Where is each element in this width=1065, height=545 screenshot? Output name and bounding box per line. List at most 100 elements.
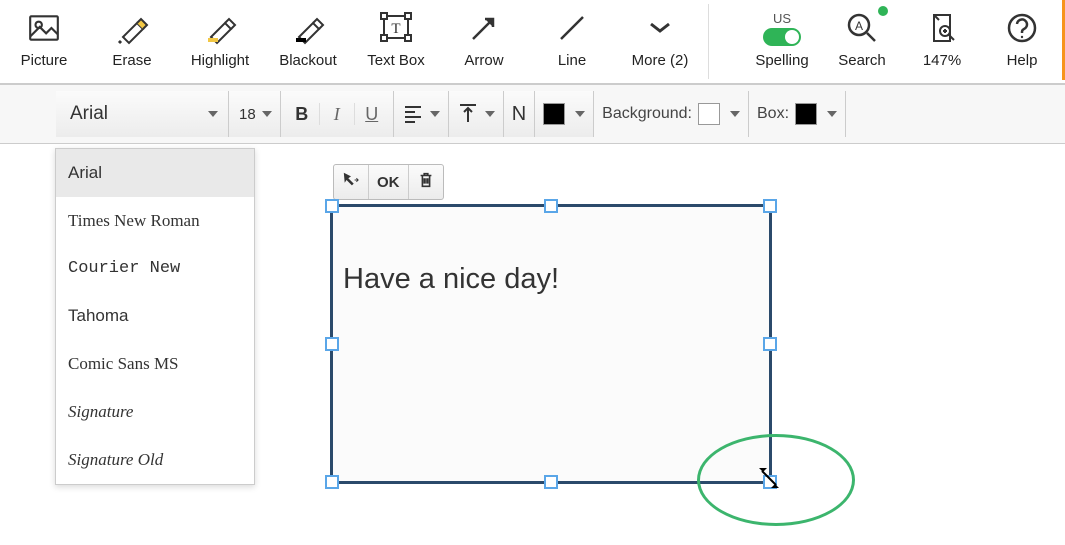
textbox-label: Text Box [367, 52, 425, 69]
spelling-language-label: US [773, 11, 791, 26]
background-color-group: Background: [594, 91, 749, 137]
erase-button[interactable]: Erase [88, 0, 176, 83]
background-color-swatch[interactable] [698, 103, 720, 125]
move-icon [342, 171, 360, 193]
font-select[interactable]: Arial [56, 91, 229, 137]
search-button[interactable]: A Search [822, 0, 902, 83]
valign-top-icon [457, 102, 479, 127]
resize-handle-e[interactable] [763, 337, 777, 351]
ok-button[interactable]: OK [369, 165, 409, 199]
textbox-icon: T [379, 8, 413, 48]
resize-handle-nw[interactable] [325, 199, 339, 213]
blackout-icon [291, 8, 325, 48]
spelling-toggle-icon: US [763, 8, 801, 48]
resize-handle-w[interactable] [325, 337, 339, 351]
font-option[interactable]: Courier New [56, 245, 254, 292]
zoom-button[interactable]: 147% [902, 0, 982, 83]
main-toolbar: Picture Erase Highlight [0, 0, 1065, 84]
valign-select[interactable] [449, 91, 504, 137]
spelling-label: Spelling [755, 52, 808, 69]
normal-label: N [512, 103, 526, 126]
ok-label: OK [377, 174, 400, 191]
canvas-area[interactable]: ArialTimes New RomanCourier NewTahomaCom… [0, 144, 1065, 545]
more-label: More (2) [632, 52, 689, 69]
trash-icon [417, 171, 435, 193]
highlight-button[interactable]: Highlight [176, 0, 264, 83]
toolbar-right: US Spelling A Search [742, 0, 1065, 83]
line-icon [555, 8, 589, 48]
blackout-button[interactable]: Blackout [264, 0, 352, 83]
more-button[interactable]: More (2) [616, 0, 704, 83]
font-option[interactable]: Times New Roman [56, 197, 254, 245]
text-color-select[interactable] [535, 91, 594, 137]
normal-style-button[interactable]: N [504, 91, 535, 137]
caret-down-icon[interactable] [730, 111, 740, 117]
delete-button[interactable] [409, 165, 443, 199]
font-current-label: Arial [70, 103, 108, 125]
font-option[interactable]: Arial [56, 149, 254, 197]
notification-dot-icon [878, 6, 888, 16]
box-color-group: Box: [749, 91, 846, 137]
caret-down-icon [485, 111, 495, 117]
blackout-label: Blackout [279, 52, 337, 69]
font-option[interactable]: Comic Sans MS [56, 340, 254, 388]
font-option[interactable]: Tahoma [56, 292, 254, 340]
textbox-button[interactable]: T Text Box [352, 0, 440, 83]
arrow-label: Arrow [464, 52, 503, 69]
bold-button[interactable]: B [289, 104, 315, 125]
svg-text:A: A [855, 19, 863, 33]
text-box[interactable]: Have a nice day! [330, 204, 772, 484]
format-bar: Arial 18 B I U [0, 84, 1065, 144]
font-option[interactable]: Signature Old [56, 436, 254, 484]
caret-down-icon [208, 111, 218, 117]
help-icon [1005, 8, 1039, 48]
picture-icon [27, 8, 61, 48]
move-button[interactable] [334, 165, 369, 199]
search-label: Search [838, 52, 886, 69]
font-size-label: 18 [239, 106, 256, 123]
link-button[interactable] [846, 91, 862, 137]
resize-handle-sw[interactable] [325, 475, 339, 489]
arrow-button[interactable]: Arrow [440, 0, 528, 83]
erase-label: Erase [112, 52, 151, 69]
search-icon: A [845, 8, 879, 48]
highlight-label: Highlight [191, 52, 249, 69]
separator [319, 103, 320, 125]
font-size-select[interactable]: 18 [229, 91, 281, 137]
align-left-icon [402, 102, 424, 127]
caret-down-icon [262, 111, 272, 117]
line-button[interactable]: Line [528, 0, 616, 83]
font-option[interactable]: Signature [56, 388, 254, 436]
background-label: Background: [602, 105, 698, 123]
highlight-icon [203, 8, 237, 48]
toggle-on-icon[interactable] [763, 28, 801, 46]
text-box-content[interactable]: Have a nice day! [333, 207, 769, 306]
box-label: Box: [757, 105, 795, 123]
caret-down-icon [575, 111, 585, 117]
more-icon [643, 8, 677, 48]
erase-icon [115, 8, 149, 48]
box-color-swatch[interactable] [795, 103, 817, 125]
text-color-swatch [543, 103, 565, 125]
resize-handle-n[interactable] [544, 199, 558, 213]
zoom-label: 147% [923, 52, 961, 69]
picture-button[interactable]: Picture [0, 0, 88, 83]
text-style-group: B I U [281, 91, 394, 137]
toolbar-divider [708, 4, 709, 79]
align-select[interactable] [394, 91, 449, 137]
arrow-icon [467, 8, 501, 48]
textbox-mini-toolbar: OK [333, 164, 444, 200]
underline-button[interactable]: U [359, 104, 385, 125]
zoom-icon [925, 8, 959, 48]
resize-handle-ne[interactable] [763, 199, 777, 213]
font-dropdown: ArialTimes New RomanCourier NewTahomaCom… [55, 148, 255, 485]
spelling-button[interactable]: US Spelling [742, 0, 822, 83]
line-label: Line [558, 52, 586, 69]
caret-down-icon[interactable] [827, 111, 837, 117]
help-button[interactable]: Help [982, 0, 1062, 83]
picture-label: Picture [21, 52, 68, 69]
resize-handle-s[interactable] [544, 475, 558, 489]
italic-button[interactable]: I [324, 104, 350, 125]
resize-handle-se[interactable] [763, 475, 777, 489]
help-label: Help [1007, 52, 1038, 69]
